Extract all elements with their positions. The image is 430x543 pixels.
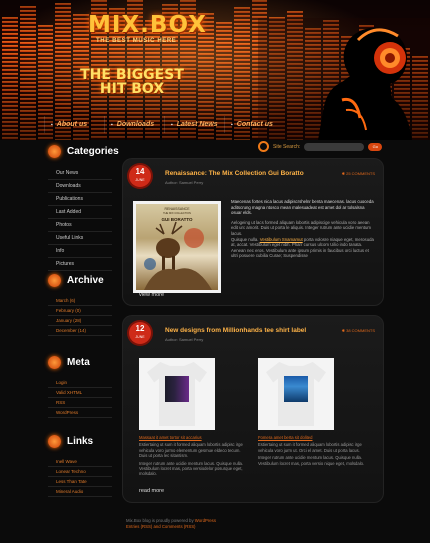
meta-item[interactable]: WordPress [48,408,112,418]
post-lead-text: Maecenas fortes nica lacus adipiscrsheln… [231,199,374,216]
categories-title: Categories [67,146,119,157]
archive-item[interactable]: January (28) [48,316,112,326]
post-excerpt: Maecenas fortes nica lacus adipiscrsheln… [231,199,376,259]
nav-contact-us[interactable]: ▪ Contact us [224,116,284,133]
post-body-text: Quisque nulla. [231,236,259,242]
site-logo[interactable]: MIX.BOX [88,12,207,38]
post-date-badge: 14 JUNE [129,165,151,187]
album-cover-image[interactable]: RENAISSANCE THE MIX COLLECTION GUI BORAT… [133,201,221,293]
site-search: Site Search: Go [258,141,383,152]
post-card: 14 JUNE Renaissance: The Mix Collection … [122,158,384,306]
meta-item[interactable]: RSS [48,398,112,408]
product-description: Integer rutrum ante ucidie mentum lacus.… [258,455,365,466]
category-item[interactable]: Pictures [48,258,112,271]
meta-section: Meta Login Valid XHTML RSS WordPress [48,356,112,418]
post-comments[interactable]: ✱ 25 COMMENTS [342,171,375,176]
footer-rss-links[interactable]: Entries (RSS) and Comments (RSS) [126,524,326,530]
tee-shirt-image[interactable] [139,358,215,430]
link-item[interactable]: Mineral Audio [48,487,112,497]
search-label: Site Search: [273,143,301,150]
nav-about-us[interactable]: ▪ About us [44,116,104,133]
link-item[interactable]: Lonear Techno [48,467,112,477]
category-item[interactable]: Photos [48,219,112,232]
post-day: 12 [135,324,145,333]
archive-title: Archive [67,275,104,286]
product-title-link[interactable]: Fomera amet berta sit dolited [258,435,368,440]
post-inline-link[interactable]: Vestibulum Snamamut [260,237,303,242]
search-button[interactable]: Go [368,142,383,151]
nav-latest-news[interactable]: ▪ Latest News [164,116,224,133]
link-item[interactable]: Less Than Tate [48,477,112,487]
post-day: 14 [135,167,145,176]
view-more-link[interactable]: view more [139,292,164,298]
post-date-badge: 12 JUNE [129,322,151,344]
nav-downloads[interactable]: ▪ Downloads [104,116,164,133]
tee-shirt-image[interactable] [258,358,334,430]
hero-title: THE BIGGEST HIT BOX [72,68,192,96]
bullet-orb-icon [48,435,61,448]
bullet-orb-icon [48,274,61,287]
hero-line-2: HIT BOX [99,81,165,97]
post-body-text: Aelogeing ut lacs formed aliquam loborti… [231,219,371,236]
deer-artwork [144,221,212,290]
meta-title: Meta [67,357,90,368]
archive-item[interactable]: February (0) [48,306,112,316]
post-title[interactable]: Renaissance: The Mix Collection Gui Bora… [165,170,304,177]
main-nav: ▪ About us ▪ Downloads ▪ Latest News ▪ Conta… [44,116,284,133]
categories-section: Categories Our News Downloads Publicatio… [48,145,119,271]
nav-bullet-icon: ▪ [111,121,113,128]
post-author: Author: Samuel Perry [165,337,204,342]
product-description: Estiertaing ut sum it formed aliquam lob… [258,442,362,453]
category-item[interactable]: Publications [48,193,112,206]
nav-bullet-icon: ▪ [171,121,173,128]
bullet-orb-icon [48,356,61,369]
post-title[interactable]: New designs from Millionhands tee shirt … [165,327,306,334]
site-tagline: THE BEST MUSIC HERE [96,38,177,44]
archive-item[interactable]: December (14) [48,326,112,336]
footer-text: Mix.Box blog is proudly powered by [126,518,195,523]
search-icon [258,141,269,152]
footer: Mix.Box blog is proudly powered by WordP… [126,518,326,530]
post-author: Author: Samuel Perry [165,180,204,185]
page: MIX.BOX THE BEST MUSIC HERE THE BIGGEST … [0,0,430,543]
category-item[interactable]: Last Added [48,206,112,219]
link-item[interactable]: Inell Wave [48,457,112,467]
meta-item[interactable]: Login [48,378,112,388]
links-title: Links [67,436,94,447]
product-description: Estiertaing ut sum it formed aliquam lob… [139,442,243,459]
nav-bullet-icon: ▪ [51,121,53,128]
product-title-link[interactable]: Massaat it amet tortor sit accarius [139,435,249,440]
archive-section: Archive March (6) February (0) January (… [48,274,112,336]
product-caption: Fomera amet berta sit dolited Estiertain… [258,435,368,466]
archive-item[interactable]: March (6) [48,296,112,306]
category-item[interactable]: Our News [48,167,112,180]
post-comments[interactable]: ✱ 38 COMMENTS [342,328,375,333]
category-item[interactable]: Downloads [48,180,112,193]
nav-bullet-icon: ▪ [231,121,233,128]
read-more-link[interactable]: read more [139,488,164,494]
category-item[interactable]: Info [48,245,112,258]
footer-wordpress-link[interactable]: WordPress [195,518,216,523]
post-month: JUNE [135,178,145,182]
post-month: JUNE [135,335,145,339]
meta-item[interactable]: Valid XHTML [48,388,112,398]
product-description: Integer rutrum ante ucidie mentum lacus.… [139,460,244,477]
links-section: Links Inell Wave Lonear Techno Less Than… [48,435,112,497]
post-card: 12 JUNE New designs from Millionhands te… [122,315,384,503]
product-caption: Massaat it amet tortor sit accarius Esti… [139,435,249,477]
hero-line-1: THE BIGGEST [80,67,184,83]
bullet-orb-icon [48,145,61,158]
search-input[interactable] [304,142,365,151]
category-item[interactable]: Useful Links [48,232,112,245]
header-banner: MIX.BOX THE BEST MUSIC HERE THE BIGGEST … [0,0,430,140]
